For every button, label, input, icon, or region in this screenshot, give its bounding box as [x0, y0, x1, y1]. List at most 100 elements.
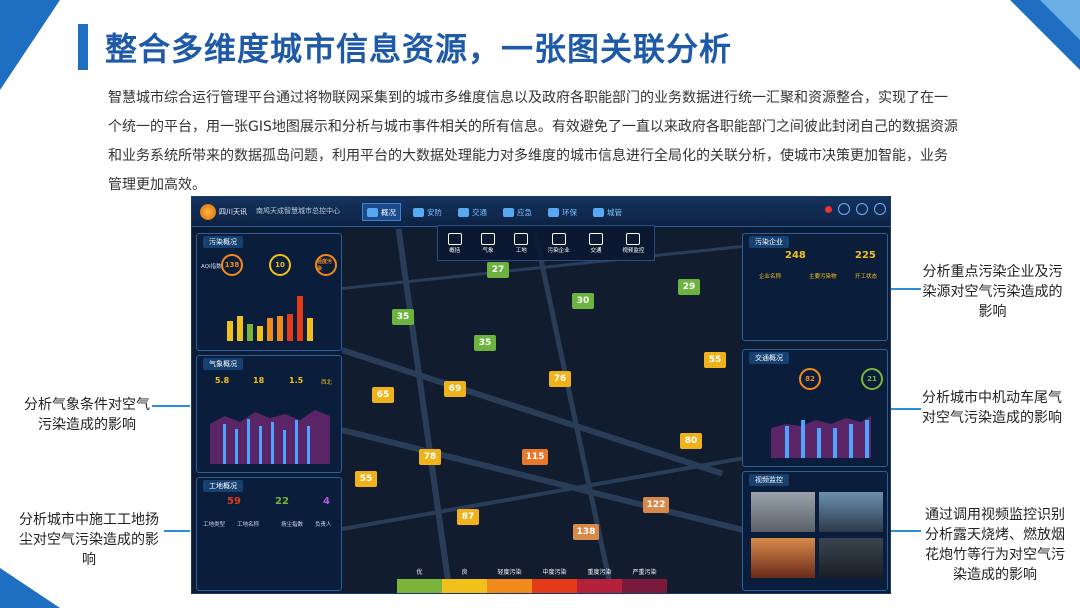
legend-item: 严重污染	[622, 567, 667, 593]
aqi-marker[interactable]: 122	[643, 497, 669, 513]
camera-icon	[626, 232, 641, 245]
nav-label: 安防	[427, 207, 442, 217]
aqi-marker[interactable]: 27	[487, 262, 509, 278]
enterprise-count-2: 225	[855, 250, 876, 261]
tool-video[interactable]: 视频监控	[622, 232, 645, 254]
tool-weather[interactable]: 气象	[480, 232, 495, 254]
aqi-marker[interactable]: 29	[678, 279, 700, 295]
leaf-icon	[548, 207, 559, 217]
connector-line	[164, 530, 190, 532]
nav-label: 应急	[517, 207, 532, 217]
aqi-marker[interactable]: 115	[522, 449, 548, 465]
aqi-marker[interactable]: 55	[704, 352, 726, 368]
nav-item-environment[interactable]: 环保	[544, 203, 581, 221]
tool-overview[interactable]: 概括	[447, 232, 462, 254]
nav-item-overview[interactable]: 概况	[362, 203, 401, 221]
aqi-marker[interactable]: 35	[392, 309, 414, 325]
annotation-construction: 分析城市中施工工地扬尘对空气污染造成的影响	[19, 512, 159, 568]
legend-swatch	[397, 579, 442, 593]
logo-icon	[200, 204, 216, 220]
aqi-marker[interactable]: 138	[573, 524, 599, 540]
wind-speed-value: 1.5	[289, 376, 304, 385]
gis-map[interactable]: 27 30 29 35 35 55 65 69 76 80 78 115 55 …	[342, 227, 742, 593]
power-icon[interactable]	[856, 203, 868, 215]
panel-title: 污染概况	[203, 236, 243, 248]
camera-feed-4[interactable]	[819, 538, 883, 578]
annotation-weather: 分析气象条件对空气污染造成的影响	[24, 397, 150, 433]
column-header: 工地名称	[237, 522, 260, 528]
aqi-marker[interactable]: 35	[474, 335, 496, 351]
camera-feed-3[interactable]	[751, 538, 815, 578]
tool-label: 污染企业	[547, 247, 570, 254]
corner-decoration-top-right-light	[1040, 0, 1080, 40]
legend-label: 优	[416, 569, 423, 576]
system-name: 南鸠天成智慧城市总控中心	[256, 207, 340, 215]
alert-icon	[503, 207, 514, 217]
aqi-marker[interactable]: 80	[680, 433, 702, 449]
enterprise-count-1: 248	[785, 250, 806, 261]
nav-item-traffic[interactable]: 交通	[454, 203, 491, 221]
gear-icon	[593, 207, 604, 217]
aqi-marker[interactable]: 65	[372, 387, 394, 403]
pm-value: 10	[269, 254, 291, 276]
humidity-value: 5.8	[215, 376, 230, 385]
topbar-actions	[825, 203, 886, 215]
aqi-marker[interactable]: 76	[549, 371, 571, 387]
weather-chart	[210, 410, 330, 464]
legend-swatch	[577, 579, 622, 593]
panel-title: 工地概况	[203, 480, 243, 492]
panel-title: 气象概况	[203, 358, 243, 370]
tool-label: 概括	[449, 247, 461, 254]
legend-item: 轻度污染	[487, 567, 532, 593]
column-header: 主要污染物	[809, 274, 837, 280]
aqi-marker[interactable]: 87	[457, 509, 479, 525]
column-header: 扬尘指数	[281, 522, 304, 528]
tool-label: 视频监控	[622, 247, 645, 254]
pollution-level: 轻度污染	[315, 254, 337, 276]
panel-title: 视频监控	[749, 474, 789, 486]
tool-label: 气象	[482, 247, 494, 254]
traffic-panel: 交通概况 82 21	[742, 349, 888, 467]
cloud-icon	[480, 232, 495, 245]
user-icon[interactable]	[838, 203, 850, 215]
traffic-value-1: 82	[799, 368, 821, 390]
nav-label: 城管	[607, 207, 622, 217]
aqi-marker[interactable]: 78	[419, 449, 441, 465]
connector-line	[891, 408, 921, 410]
panel-title: 交通概况	[749, 352, 789, 364]
legend-swatch	[532, 579, 577, 593]
notification-icon[interactable]	[825, 205, 832, 213]
camera-feed-1[interactable]	[751, 492, 815, 532]
aqi-marker[interactable]: 69	[444, 381, 466, 397]
nav-item-city-management[interactable]: 城管	[589, 203, 626, 221]
aqi-marker[interactable]: 30	[572, 293, 594, 309]
construction-count-2: 22	[275, 496, 289, 507]
tool-construction[interactable]: 工地	[514, 232, 529, 254]
connector-line	[891, 530, 921, 532]
aqi-legend: 优 良 轻度污染 中度污染 重度污染 严重污染	[397, 567, 667, 593]
legend-label: 中度污染	[542, 569, 567, 576]
dashboard-logo: 四川天讯	[200, 202, 254, 222]
legend-item: 中度污染	[532, 567, 577, 593]
legend-swatch	[487, 579, 532, 593]
search-icon[interactable]	[874, 203, 886, 215]
legend-swatch	[622, 579, 667, 593]
overview-icon	[367, 207, 378, 217]
wind-direction: 西北	[321, 380, 333, 386]
video-panel: 视频监控	[742, 471, 888, 591]
legend-item: 良	[442, 567, 487, 593]
worker-icon	[514, 232, 529, 245]
legend-item: 优	[397, 567, 442, 593]
aqi-marker[interactable]: 55	[355, 471, 377, 487]
connector-line	[152, 405, 190, 407]
nav-item-emergency[interactable]: 应急	[499, 203, 536, 221]
nav-item-security[interactable]: 安防	[409, 203, 446, 221]
traffic-chart	[771, 416, 871, 458]
nav-label: 概况	[381, 207, 396, 217]
annotation-video: 通过调用视频监控识别分析露天烧烤、燃放烟花炮竹等行为对空气污染造成的影响	[925, 507, 1065, 583]
tool-traffic[interactable]: 交通	[588, 232, 603, 254]
pollution-panel: 污染概况 AQI指数 138 10 轻度污染	[196, 233, 342, 351]
tool-enterprise[interactable]: 污染企业	[547, 232, 570, 254]
gauge-icon	[447, 232, 462, 245]
camera-feed-2[interactable]	[819, 492, 883, 532]
